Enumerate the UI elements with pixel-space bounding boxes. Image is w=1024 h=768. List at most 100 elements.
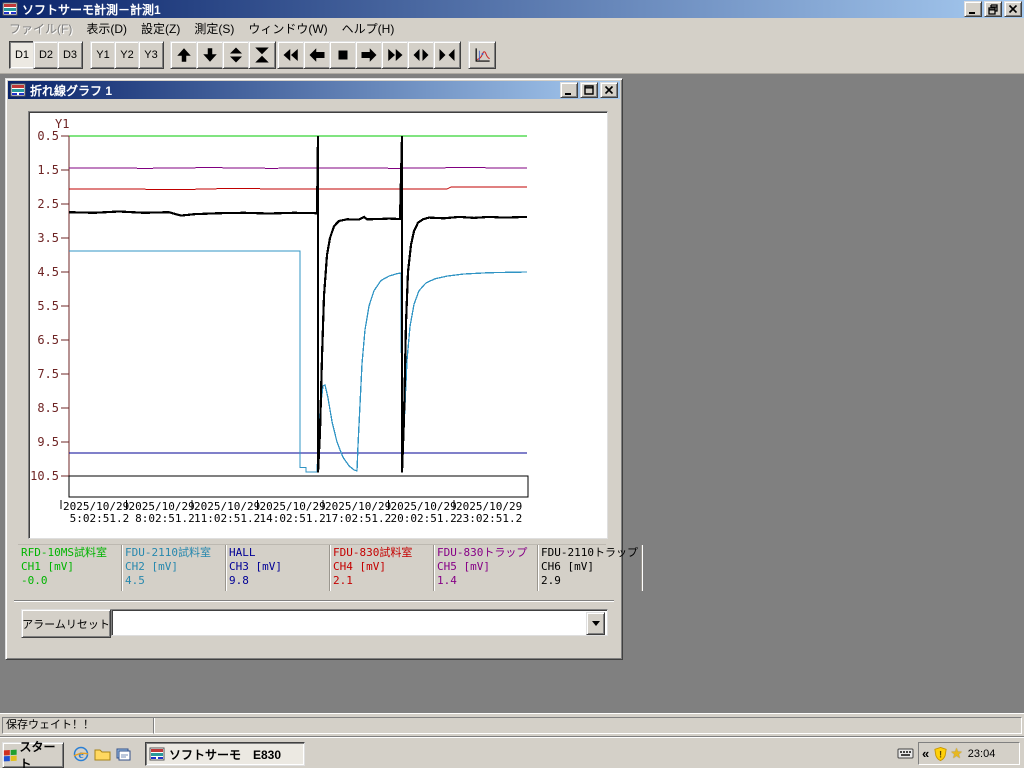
security-shield-icon[interactable]: ! [933,746,948,762]
status-text: 保存ウェイト！！ [6,719,94,731]
toolbar-button-d3[interactable]: D3 [57,41,83,69]
desktop-screen: ソフトサーモ計測－計測1 ファイル(F)表示(D)設定(Z)測定(S)ウィンドウ… [0,0,1024,768]
restore-icon [987,3,999,15]
channel-legend: RFD-10MS試料室CH1 [mV]-0.0FDU-2110試料室CH2 [m… [18,544,606,590]
show-desktop-icon[interactable] [114,746,132,763]
alarm-combobox[interactable] [111,609,608,636]
toolbar-expand-horizontal-button[interactable] [407,41,435,69]
down-arrow-icon [201,46,219,64]
toolbar: D1D2D3Y1Y2Y3 [0,36,1024,74]
expand-vertical-icon [227,46,245,64]
x-tick-time: 17:02:51.2 [325,512,391,525]
legend-channel-6[interactable]: FDU-2110トラップCH6 [mV]2.9 [538,545,642,591]
chevron-down-icon [592,621,600,626]
toolbar-button-y1[interactable]: Y1 [90,41,116,69]
minimize-button[interactable] [964,1,982,17]
quick-launch-bar: e [72,745,135,763]
keyboard-layout-icon[interactable] [897,746,914,760]
legend-channel-label: CH1 [mV] [21,560,119,574]
legend-channel-value: -0.0 [21,574,119,588]
x-tick-time: 11:02:51.2 [194,512,260,525]
tray-overflow-chevron[interactable]: « [922,746,929,761]
minimize-button[interactable] [560,82,578,98]
system-tray: « ! ★ 23:04 [918,742,1020,765]
menu-bar: ファイル(F)表示(D)設定(Z)測定(S)ウィンドウ(W)ヘルプ(H) [0,18,1024,36]
maximize-button[interactable] [580,82,598,98]
status-message-panel: 保存ウェイト！！ [2,717,155,734]
legend-channel-1[interactable]: RFD-10MS試料室CH1 [mV]-0.0 [18,545,122,591]
legend-sensor-name: FDU-830トラップ [437,546,535,560]
legend-channel-2[interactable]: FDU-2110試料室CH2 [mV]4.5 [122,545,226,591]
x-axis-strip [69,476,528,497]
toolbar-button-d2[interactable]: D2 [33,41,59,69]
legend-channel-label: CH5 [mV] [437,560,535,574]
skip-back-icon [282,46,300,64]
app-icon [2,1,18,17]
legend-channel-4[interactable]: FDU-830試料室CH4 [mV]2.1 [330,545,434,591]
toolbar-button-y2[interactable]: Y2 [114,41,140,69]
x-tick-time: 23:02:51.2 [456,512,522,525]
y-tick-label: 8.5 [37,401,59,415]
graph-window: 折れ線グラフ 1 Y10.51.52.53.54.55.56.57.58.59.… [5,78,623,660]
graph-window-titlebar: 折れ線グラフ 1 [8,81,620,99]
toolbar-step-back-button[interactable] [303,41,331,69]
close-button[interactable] [1004,1,1022,17]
star-icon[interactable]: ★ [950,745,963,762]
y-tick-label: 2.5 [37,197,59,211]
app-icon [149,746,165,762]
status-empty-panel [153,717,1022,734]
step-forward-icon [360,46,378,64]
collapse-vertical-icon [253,46,271,64]
stop-icon [334,46,352,64]
start-button[interactable]: スタート [2,742,64,768]
toolbar-skip-forward-button[interactable] [381,41,409,69]
skip-forward-icon [386,46,404,64]
toolbar-down-arrow-button[interactable] [196,41,224,69]
close-icon [603,84,615,96]
y-tick-label: 7.5 [37,367,59,381]
alarm-reset-button[interactable]: アラームリセット [21,609,111,638]
combobox-dropdown-button[interactable] [586,612,605,635]
toolbar-up-arrow-button[interactable] [170,41,198,69]
maximize-icon [583,84,595,96]
close-button[interactable] [600,82,618,98]
app-titlebar: ソフトサーモ計測－計測1 [0,0,1024,18]
restore-button[interactable] [984,1,1002,17]
toolbar-step-forward-button[interactable] [355,41,383,69]
toolbar-button-y3[interactable]: Y3 [138,41,164,69]
collapse-horizontal-icon [438,46,456,64]
toolbar-chart-settings-button[interactable] [468,41,496,69]
taskbar-task-button[interactable]: ソフトサーモ E830 [145,742,305,766]
expand-horizontal-icon [412,46,430,64]
legend-channel-value: 2.9 [541,574,639,588]
toolbar-collapse-horizontal-button[interactable] [433,41,461,69]
toolbar-expand-vertical-button[interactable] [222,41,250,69]
legend-channel-5[interactable]: FDU-830トラップCH5 [mV]1.4 [434,545,538,591]
toolbar-skip-back-button[interactable] [277,41,305,69]
app-title: ソフトサーモ計測－計測1 [22,1,962,18]
legend-channel-value: 1.4 [437,574,535,588]
internet-explorer-icon[interactable]: e [72,746,90,763]
tray-clock[interactable]: 23:04 [968,748,996,760]
legend-sensor-name: RFD-10MS試料室 [21,546,119,560]
separator [14,600,614,602]
toolbar-button-d1[interactable]: D1 [9,41,35,69]
legend-channel-3[interactable]: HALLCH3 [mV]9.8 [226,545,330,591]
legend-channel-label: CH6 [mV] [541,560,639,574]
x-tick-time: 5:02:51.2 [63,512,129,525]
graph-window-icon [10,82,26,98]
legend-channel-label: CH4 [mV] [333,560,431,574]
up-arrow-icon [175,46,193,64]
minimize-icon [563,84,575,96]
close-icon [1007,3,1019,15]
legend-sensor-name: FDU-830試料室 [333,546,431,560]
series-3 [69,187,527,189]
y-tick-label: 6.5 [37,333,59,347]
step-back-icon [308,46,326,64]
folder-icon[interactable] [93,746,111,763]
chart-panel: Y10.51.52.53.54.55.56.57.58.59.510.52025… [28,111,608,539]
line-chart: Y10.51.52.53.54.55.56.57.58.59.510.52025… [29,112,605,536]
toolbar-stop-button[interactable] [329,41,357,69]
x-tick-time: 20:02:51.2 [391,512,457,525]
toolbar-collapse-vertical-button[interactable] [248,41,276,69]
